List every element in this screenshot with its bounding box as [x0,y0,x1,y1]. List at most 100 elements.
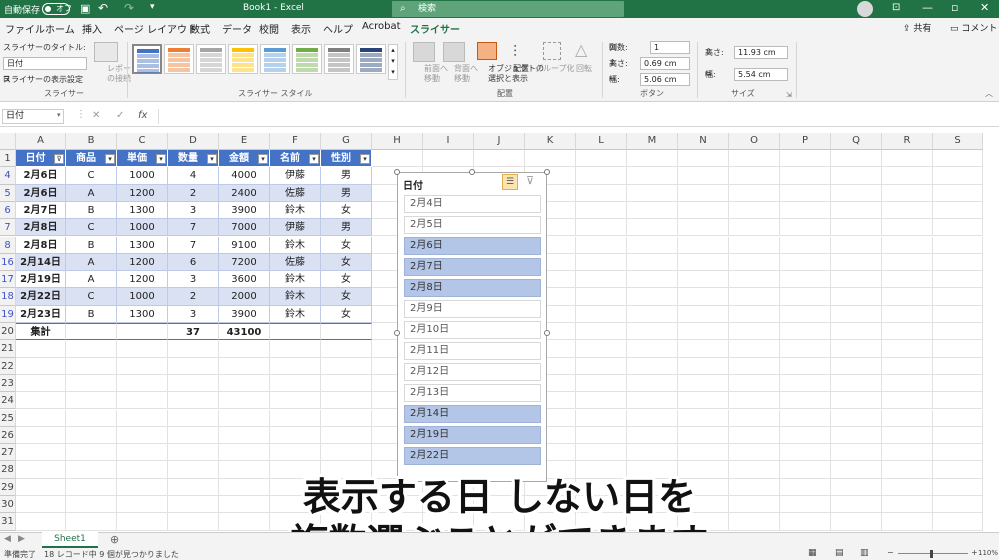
cell[interactable] [627,392,678,410]
tab-view[interactable]: 表示 [291,21,311,36]
cell[interactable] [678,409,729,427]
group-button[interactable]: グループ化 [535,64,575,74]
column-header[interactable]: A [16,133,66,150]
column-header[interactable]: M [627,133,678,150]
cell[interactable] [780,305,831,323]
slicer-style-option[interactable] [260,44,290,74]
table-cell[interactable]: 男 [321,219,372,237]
cell[interactable] [933,305,983,323]
cell[interactable] [780,323,831,341]
cell[interactable] [270,444,321,462]
align-button[interactable]: 配置 [510,64,532,74]
collapse-ribbon-icon[interactable]: ︿ [985,88,993,99]
cell[interactable] [576,392,627,410]
cell[interactable] [831,305,882,323]
tab-acrobat[interactable]: Acrobat [362,21,401,32]
cell[interactable] [780,426,831,445]
cell[interactable] [678,426,729,445]
cell[interactable] [831,323,882,341]
table-cell[interactable]: B [66,236,117,254]
cell[interactable] [270,340,321,358]
cell[interactable] [882,340,933,358]
cell[interactable] [627,253,678,272]
avatar[interactable] [857,1,873,17]
cell[interactable] [321,357,372,375]
cell[interactable] [882,409,933,427]
cell[interactable] [882,323,933,341]
cell[interactable] [627,305,678,323]
tab-formulas[interactable]: 数式 [190,21,210,36]
cell[interactable] [219,444,270,462]
cell[interactable] [627,374,678,393]
table-total-cell[interactable]: 37 [168,323,219,341]
cell[interactable] [270,426,321,445]
cell[interactable] [627,409,678,427]
size-dialog-launcher-icon[interactable]: ⇲ [786,91,792,99]
cell[interactable] [729,323,780,341]
ribbon-display-icon[interactable]: ⊡ [892,2,900,13]
cell[interactable] [831,236,882,254]
cell[interactable] [882,271,933,289]
cell[interactable] [321,409,372,427]
cell[interactable] [117,444,168,462]
table-cell[interactable]: A [66,184,117,202]
cell[interactable] [576,271,627,289]
row-header[interactable]: 24 [0,392,16,410]
cell[interactable] [270,357,321,375]
cell[interactable] [882,236,933,254]
cell[interactable] [678,323,729,341]
table-cell[interactable]: 2月22日 [16,288,66,306]
tab-data[interactable]: データ [222,21,252,36]
cell[interactable] [780,409,831,427]
add-sheet-icon[interactable]: ⊕ [110,533,119,546]
cell[interactable] [576,253,627,272]
next-sheet-icon[interactable]: ▶ [18,534,25,544]
cell[interactable] [933,409,983,427]
row-header[interactable]: 4 [0,167,16,185]
cell[interactable] [117,409,168,427]
cell[interactable] [882,426,933,445]
column-header[interactable]: C [117,133,168,150]
cell[interactable] [780,236,831,254]
table-cell[interactable]: 1000 [117,219,168,237]
cell[interactable] [780,444,831,462]
tab-page-layout[interactable]: ページ レイアウト [114,21,197,36]
slicer-style-option[interactable] [132,44,162,74]
table-cell[interactable]: C [66,167,117,185]
table-cell[interactable]: 1200 [117,253,168,272]
cell[interactable] [576,288,627,306]
cell[interactable] [576,184,627,202]
row-header[interactable]: 16 [0,253,16,272]
table-cell[interactable]: 4000 [219,167,270,185]
cell[interactable] [576,219,627,237]
column-header[interactable]: P [780,133,831,150]
cell[interactable] [729,236,780,254]
table-cell[interactable]: 3 [168,201,219,220]
cell[interactable] [576,374,627,393]
tab-help[interactable]: ヘルプ [323,21,353,36]
cell[interactable] [882,357,933,375]
slicer-item[interactable]: 2月4日 [404,195,541,213]
cell[interactable] [168,340,219,358]
slicer-item[interactable]: 2月10日 [404,321,541,339]
tab-file[interactable]: ファイル [5,21,45,36]
cell[interactable] [678,288,729,306]
cell[interactable] [627,219,678,237]
cell[interactable] [66,374,117,393]
filter-dropdown-icon[interactable]: ▾ [258,154,268,164]
cell[interactable] [627,236,678,254]
cell[interactable] [576,426,627,445]
multi-select-icon[interactable]: ☰ [502,174,518,190]
cell[interactable] [16,357,66,375]
table-cell[interactable]: C [66,219,117,237]
cell[interactable] [678,305,729,323]
row-header[interactable]: 6 [0,201,16,220]
formula-input[interactable] [158,109,996,124]
cell[interactable] [678,444,729,462]
zoom-slider[interactable] [898,553,968,554]
cell[interactable] [219,409,270,427]
column-header[interactable]: H [372,133,423,150]
cell[interactable] [627,201,678,220]
resize-handle[interactable] [544,169,550,175]
cell[interactable] [882,201,933,220]
